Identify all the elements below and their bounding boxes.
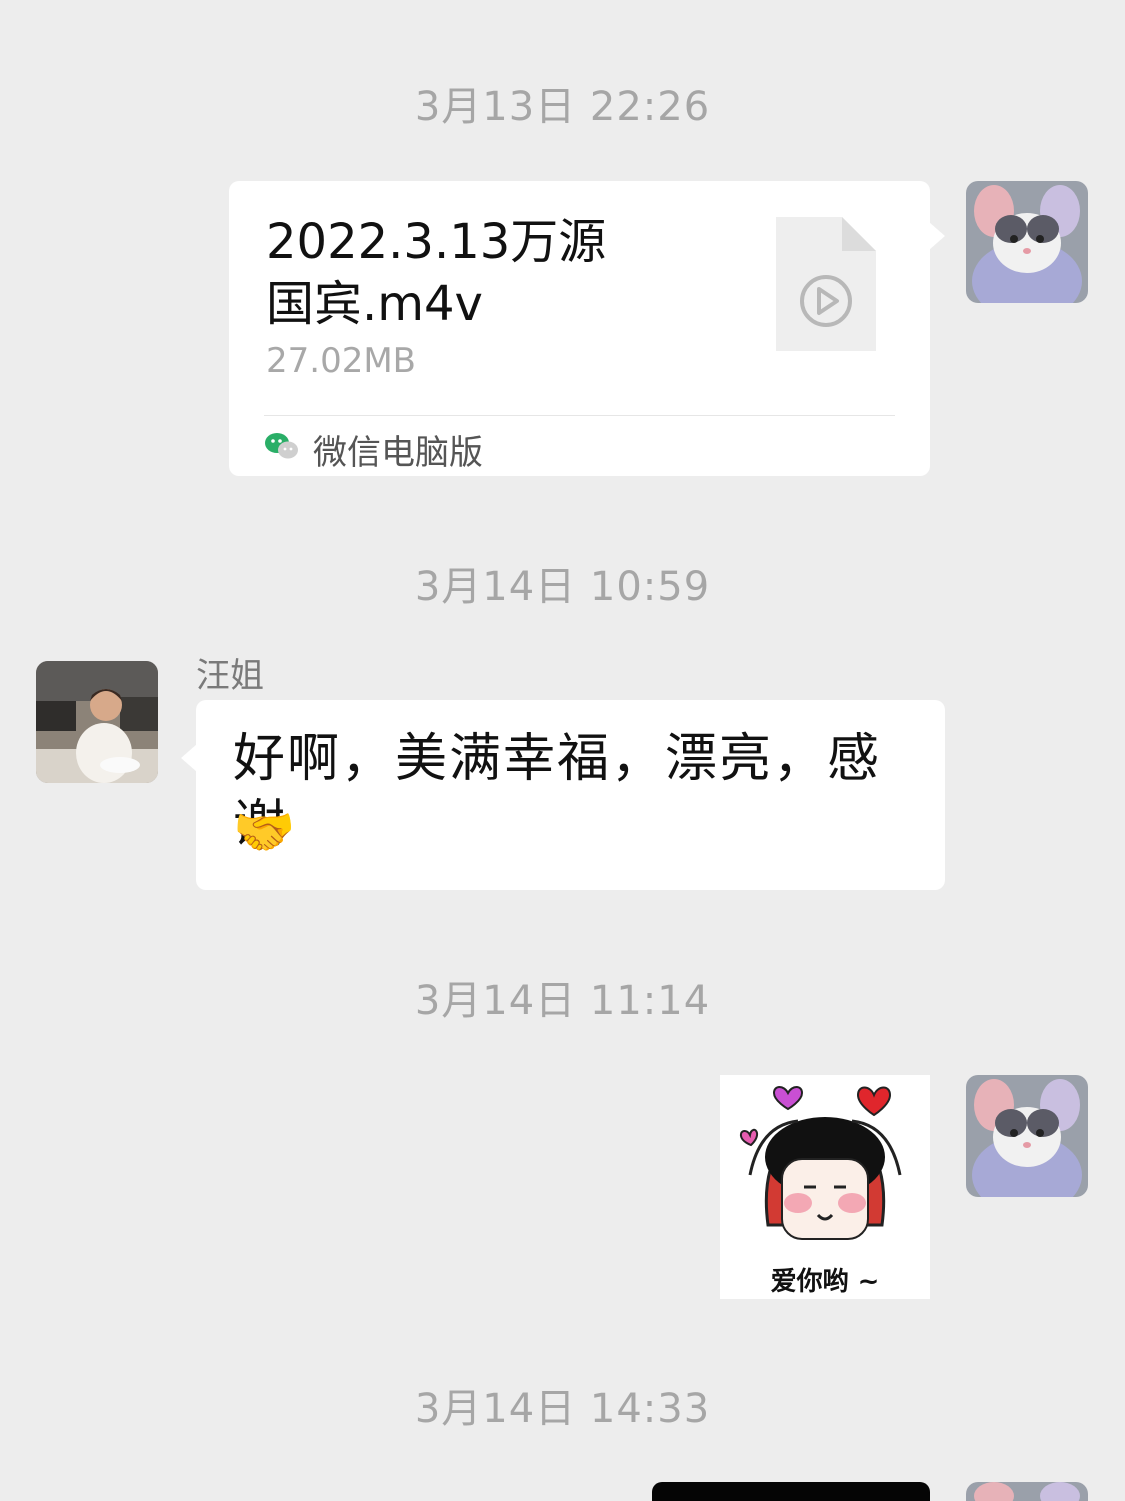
cat-avatar-image bbox=[966, 1075, 1088, 1197]
sticker-caption: 爱你哟 ~ bbox=[770, 1267, 880, 1297]
file-size: 27.02MB bbox=[266, 341, 416, 381]
sticker-image bbox=[739, 1086, 902, 1240]
file-message-bubble[interactable]: 2022.3.13万源国宾.m4v 27.02MB 微信电脑版 bbox=[229, 181, 930, 476]
bubble-tail bbox=[929, 222, 945, 250]
handshake-icon: 🤝 bbox=[233, 803, 296, 861]
self-avatar[interactable] bbox=[966, 1075, 1088, 1197]
file-divider bbox=[264, 415, 895, 416]
timestamp: 3月13日 22:26 bbox=[414, 84, 711, 130]
timestamp: 3月14日 14:33 bbox=[414, 1386, 711, 1432]
bubble-tail bbox=[181, 744, 197, 772]
self-avatar[interactable] bbox=[966, 181, 1088, 303]
message-text: 好啊，美满幸福，漂亮，感谢 bbox=[233, 729, 882, 855]
cat-avatar-image bbox=[966, 181, 1088, 303]
person-avatar-image bbox=[36, 661, 158, 783]
timestamp: 3月14日 10:59 bbox=[414, 564, 711, 610]
timestamp: 3月14日 11:14 bbox=[414, 978, 711, 1024]
sticker-message[interactable]: 爱你哟 ~ bbox=[720, 1075, 930, 1299]
wechat-icon bbox=[264, 431, 300, 465]
text-message-bubble[interactable]: 好啊，美满幸福，漂亮，感谢 🤝 bbox=[196, 700, 945, 890]
video-file-icon bbox=[776, 217, 876, 355]
partial-media-message[interactable] bbox=[652, 1482, 930, 1501]
file-source-label: 微信电脑版 bbox=[313, 433, 483, 473]
contact-avatar[interactable] bbox=[36, 661, 158, 783]
self-avatar[interactable] bbox=[966, 1482, 1088, 1501]
file-name: 2022.3.13万源国宾.m4v bbox=[266, 214, 607, 332]
sender-name: 汪姐 bbox=[196, 656, 264, 696]
cat-avatar-image bbox=[966, 1482, 1088, 1501]
